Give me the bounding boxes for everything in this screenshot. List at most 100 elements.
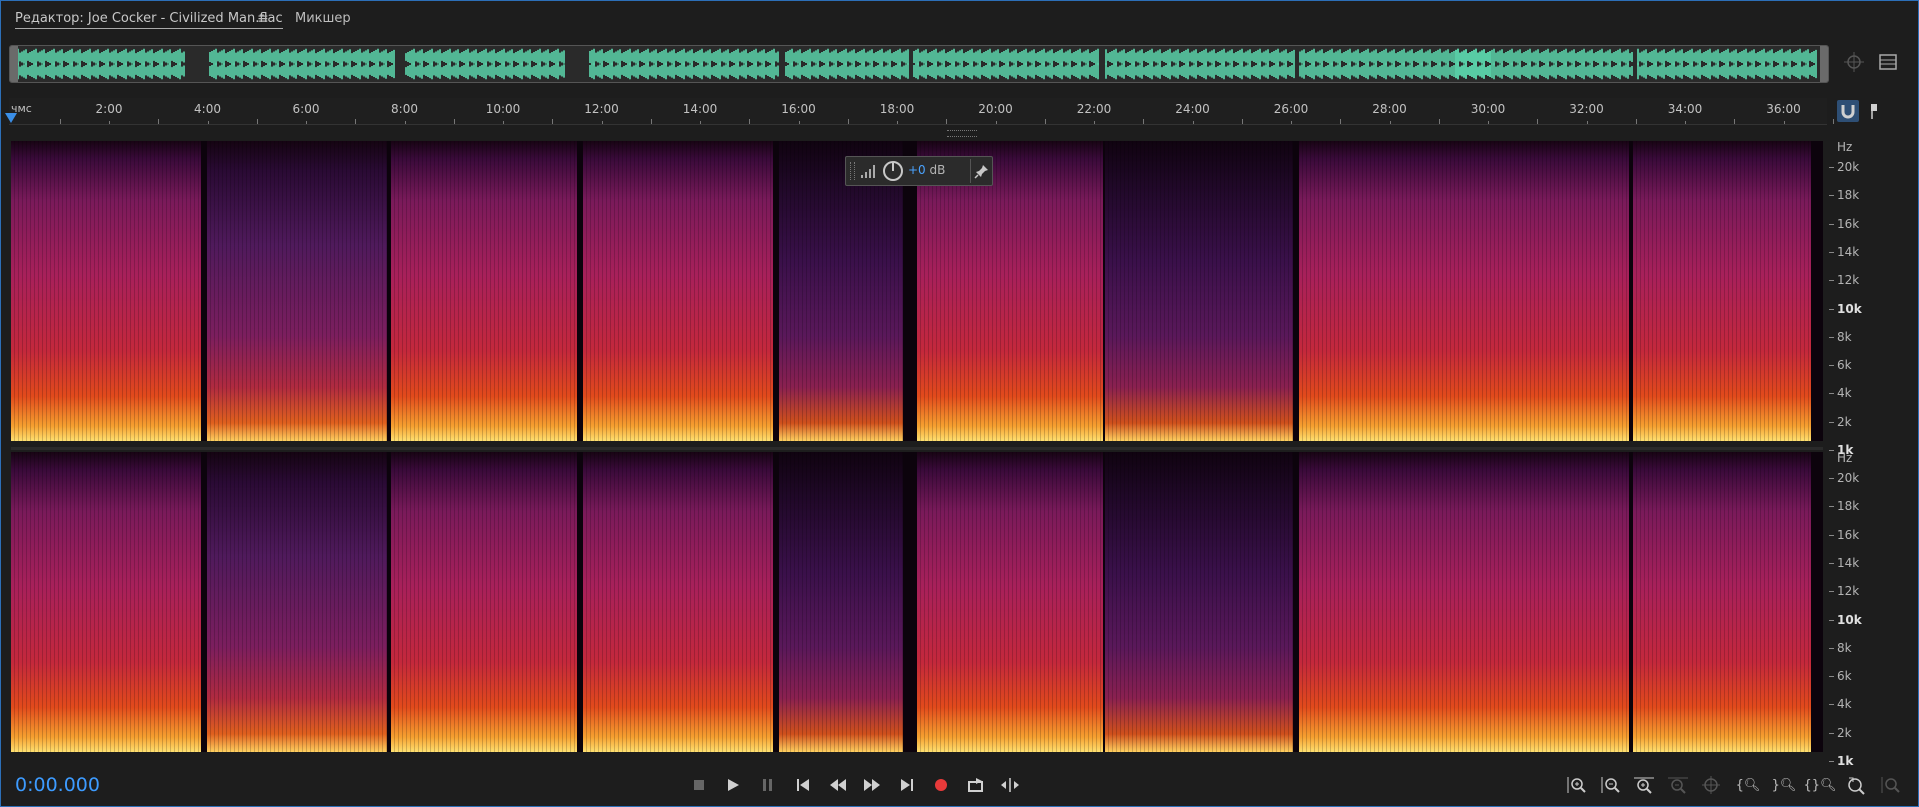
stop-button[interactable] <box>687 774 711 796</box>
zoom-selection-button[interactable]: {}🔍︎ <box>1803 774 1836 796</box>
ruler-tick <box>552 119 554 124</box>
ruler-tick <box>503 121 504 124</box>
spectrogram-segment <box>1633 141 1811 441</box>
ruler-tick <box>1192 121 1194 124</box>
hz-tick <box>1829 365 1834 367</box>
zoom-out-time-icon <box>1668 777 1688 794</box>
hz-tick <box>1829 195 1834 197</box>
playhead-marker[interactable] <box>5 113 17 123</box>
overview-menu-icon[interactable] <box>1875 49 1901 75</box>
ruler-tick <box>1389 121 1391 124</box>
ruler-tick-label: 16:00 <box>781 102 816 116</box>
zoom-in-time-icon <box>1634 777 1654 794</box>
spectrogram-segment <box>583 452 773 752</box>
spectrogram-segment <box>917 452 1103 752</box>
ruler-tick <box>207 121 209 124</box>
rewind-button[interactable] <box>826 774 850 796</box>
ruler-tick-label: 4:00 <box>194 102 221 116</box>
hud-divider <box>970 159 971 183</box>
hz-tick-label: 4k <box>1837 386 1852 401</box>
hz-tick <box>1829 704 1834 706</box>
ruler-tick <box>158 119 160 124</box>
waveform-overview[interactable] <box>9 45 1829 83</box>
tab-editor[interactable]: Редактор: Joe Cocker - Civilized Man.fla… <box>15 11 283 29</box>
hz-tick-label: 8k <box>1837 329 1852 344</box>
ruler-tick <box>847 119 849 124</box>
zoom-reset-button[interactable] <box>1843 774 1869 796</box>
zoom-in-time-button[interactable] <box>1631 774 1657 796</box>
vertical-resize-grip[interactable] <box>947 130 977 137</box>
spectrogram-segment <box>583 141 773 441</box>
hud-pin-icon[interactable] <box>974 163 990 179</box>
overview-right-handle[interactable] <box>1820 46 1828 82</box>
hz-tick <box>1829 591 1834 593</box>
ruler-tick <box>1291 121 1292 124</box>
fast-forward-button[interactable] <box>860 774 884 796</box>
spectrogram-channel-left[interactable] <box>11 141 1823 441</box>
zoom-to-selection-icon[interactable] <box>1841 49 1867 75</box>
tab-mixer[interactable]: Микшер <box>295 11 351 26</box>
ruler-tick <box>1685 121 1686 124</box>
ruler-tick-label: 2:00 <box>95 102 123 116</box>
hz-tick-label: 12k <box>1837 584 1860 599</box>
level-meter-icon <box>861 165 875 178</box>
ruler-tick <box>749 119 751 124</box>
stop-icon <box>694 780 704 790</box>
tab-menu-icon[interactable]: ≡ <box>257 11 269 27</box>
time-ruler[interactable]: чмс 2:00 4:00 6:00 8:00 10:00 12:00 14:00 16:00… <box>9 98 1834 125</box>
ruler-tick <box>1438 119 1440 124</box>
spectrogram-channel-right[interactable] <box>11 452 1823 752</box>
skip-selection-button[interactable] <box>998 774 1022 796</box>
ruler-tick <box>256 119 258 124</box>
ruler-tick-label: 36:00 <box>1766 102 1801 116</box>
zoom-out-amplitude-icon <box>1601 777 1620 793</box>
hud-drag-handle[interactable] <box>850 162 855 180</box>
hz-tick-label: 2k <box>1837 725 1852 740</box>
spectrogram-segment <box>11 452 201 752</box>
zoom-full-button[interactable] <box>1699 774 1725 796</box>
ruler-tick-label: 26:00 <box>1273 102 1309 116</box>
spectrogram-segment <box>1451 141 1629 441</box>
channel-divider[interactable] <box>11 447 1823 450</box>
loop-button[interactable] <box>964 774 988 796</box>
hz-tick-label: 8k <box>1837 640 1852 655</box>
ruler-tick <box>1143 119 1145 124</box>
marker-icon[interactable] <box>1863 100 1885 122</box>
hz-tick-label: 10k <box>1837 301 1862 316</box>
ruler-tick <box>601 121 603 124</box>
go-to-end-button[interactable] <box>895 774 919 796</box>
play-icon <box>728 779 739 791</box>
zoom-out-amplitude-button[interactable] <box>1597 774 1623 796</box>
pause-button[interactable] <box>756 774 780 796</box>
zoom-in-left-button[interactable]: {🔍︎ <box>1735 774 1761 796</box>
record-button[interactable] <box>929 774 953 796</box>
ruler-tick-label: 6:00 <box>292 102 320 116</box>
ruler-tick <box>404 121 406 124</box>
hz-tick <box>1829 676 1834 678</box>
overview-left-handle[interactable] <box>10 46 18 82</box>
zoom-in-amplitude-button[interactable] <box>1563 774 1589 796</box>
ruler-tick <box>700 121 701 124</box>
spectrogram-segment <box>1633 452 1811 752</box>
gain-unit: dB <box>929 163 946 177</box>
gain-readout[interactable]: +0 dB <box>908 163 945 177</box>
zoom-in-right-button[interactable]: }🔍︎ <box>1771 774 1797 796</box>
time-display[interactable]: 0:00.000 <box>15 774 100 796</box>
spectrogram-segment <box>207 452 387 752</box>
go-to-start-button[interactable] <box>791 774 815 796</box>
spectrogram-segment <box>207 141 387 441</box>
hz-tick-label: 6k <box>1837 669 1852 684</box>
fast-forward-icon <box>864 779 880 791</box>
hz-tick-label: 18k <box>1837 499 1860 514</box>
gain-knob-icon[interactable] <box>882 160 904 182</box>
snap-magnet-icon[interactable] <box>1837 100 1859 122</box>
hz-tick <box>1829 450 1834 451</box>
hz-tick <box>1829 223 1834 225</box>
hz-tick <box>1829 336 1834 338</box>
ruler-tick-label: 32:00 <box>1569 102 1604 116</box>
rewind-icon <box>830 779 846 791</box>
zoom-out-full-button[interactable] <box>1877 774 1903 796</box>
ruler-tick-label: 24:00 <box>1175 102 1210 116</box>
zoom-out-time-button[interactable] <box>1665 774 1691 796</box>
play-button[interactable] <box>721 774 745 796</box>
